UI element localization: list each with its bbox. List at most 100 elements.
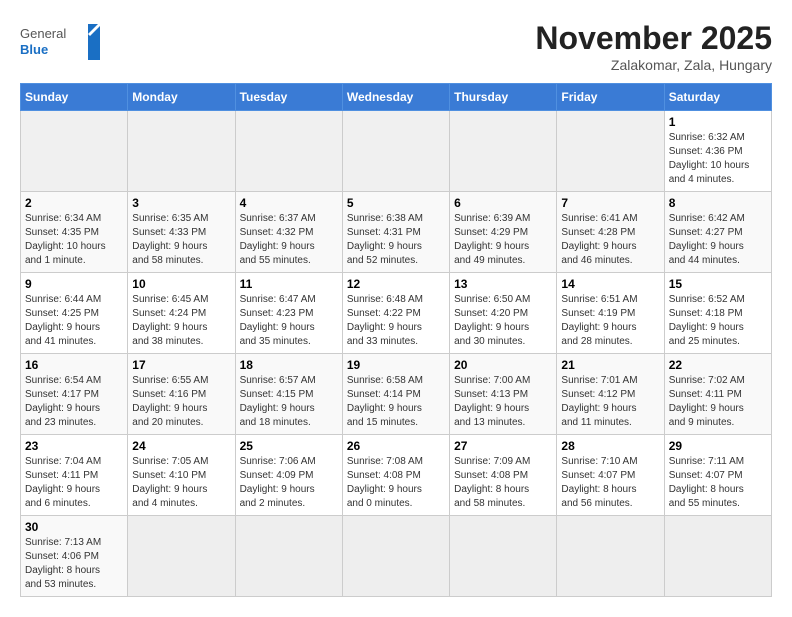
day-cell: 6Sunrise: 6:39 AM Sunset: 4:29 PM Daylig… — [450, 192, 557, 273]
day-cell: 22Sunrise: 7:02 AM Sunset: 4:11 PM Dayli… — [664, 354, 771, 435]
day-header-tuesday: Tuesday — [235, 84, 342, 111]
day-cell — [235, 111, 342, 192]
day-cell — [450, 516, 557, 597]
day-number: 23 — [25, 439, 123, 453]
day-info: Sunrise: 6:44 AM Sunset: 4:25 PM Dayligh… — [25, 293, 123, 349]
day-info: Sunrise: 7:13 AM Sunset: 4:06 PM Dayligh… — [25, 536, 123, 592]
day-number: 26 — [347, 439, 445, 453]
location: Zalakomar, Zala, Hungary — [535, 57, 772, 73]
day-cell: 14Sunrise: 6:51 AM Sunset: 4:19 PM Dayli… — [557, 273, 664, 354]
day-cell — [235, 516, 342, 597]
day-info: Sunrise: 6:48 AM Sunset: 4:22 PM Dayligh… — [347, 293, 445, 349]
day-number: 8 — [669, 196, 767, 210]
week-row-1: 1 Sunrise: 6:32 AM Sunset: 4:36 PM Daylig… — [21, 111, 772, 192]
week-row-2: 2Sunrise: 6:34 AM Sunset: 4:35 PM Daylig… — [21, 192, 772, 273]
svg-text:General: General — [20, 26, 66, 41]
day-cell — [21, 111, 128, 192]
day-info: Sunrise: 6:32 AM Sunset: 4:36 PM Dayligh… — [669, 131, 767, 187]
day-header-wednesday: Wednesday — [342, 84, 449, 111]
day-number: 10 — [132, 277, 230, 291]
day-number: 11 — [240, 277, 338, 291]
day-cell — [450, 111, 557, 192]
day-number: 1 — [669, 115, 767, 129]
day-cell: 21Sunrise: 7:01 AM Sunset: 4:12 PM Dayli… — [557, 354, 664, 435]
day-cell: 18Sunrise: 6:57 AM Sunset: 4:15 PM Dayli… — [235, 354, 342, 435]
week-row-3: 9Sunrise: 6:44 AM Sunset: 4:25 PM Daylig… — [21, 273, 772, 354]
day-number: 14 — [561, 277, 659, 291]
day-header-thursday: Thursday — [450, 84, 557, 111]
day-cell — [664, 516, 771, 597]
day-cell — [128, 516, 235, 597]
day-cell: 26 Sunrise: 7:08 AM Sunset: 4:08 PM Dayli… — [342, 435, 449, 516]
day-number: 24 — [132, 439, 230, 453]
month-title: November 2025 — [535, 20, 772, 57]
day-header-saturday: Saturday — [664, 84, 771, 111]
day-cell: 2Sunrise: 6:34 AM Sunset: 4:35 PM Daylig… — [21, 192, 128, 273]
day-cell: 7Sunrise: 6:41 AM Sunset: 4:28 PM Daylig… — [557, 192, 664, 273]
day-cell: 28 Sunrise: 7:10 AM Sunset: 4:07 PM Dayli… — [557, 435, 664, 516]
day-cell — [342, 516, 449, 597]
day-cell: 5 Sunrise: 6:38 AM Sunset: 4:31 PM Daylig… — [342, 192, 449, 273]
day-info: Sunrise: 6:35 AM Sunset: 4:33 PM Dayligh… — [132, 212, 230, 268]
page-header: General Blue November 2025 Zalakomar, Za… — [20, 20, 772, 73]
week-row-4: 16Sunrise: 6:54 AM Sunset: 4:17 PM Dayli… — [21, 354, 772, 435]
day-cell — [557, 111, 664, 192]
day-number: 25 — [240, 439, 338, 453]
day-info: Sunrise: 7:08 AM Sunset: 4:08 PM Dayligh… — [347, 455, 445, 511]
day-info: Sunrise: 6:38 AM Sunset: 4:31 PM Dayligh… — [347, 212, 445, 268]
day-cell: 24 Sunrise: 7:05 AM Sunset: 4:10 PM Dayli… — [128, 435, 235, 516]
day-info: Sunrise: 6:42 AM Sunset: 4:27 PM Dayligh… — [669, 212, 767, 268]
day-cell: 4Sunrise: 6:37 AM Sunset: 4:32 PM Daylig… — [235, 192, 342, 273]
day-number: 20 — [454, 358, 552, 372]
day-cell: 16Sunrise: 6:54 AM Sunset: 4:17 PM Dayli… — [21, 354, 128, 435]
day-number: 19 — [347, 358, 445, 372]
day-cell: 8 Sunrise: 6:42 AM Sunset: 4:27 PM Daylig… — [664, 192, 771, 273]
day-number: 29 — [669, 439, 767, 453]
day-cell — [342, 111, 449, 192]
day-header-monday: Monday — [128, 84, 235, 111]
day-number: 6 — [454, 196, 552, 210]
day-info: Sunrise: 7:05 AM Sunset: 4:10 PM Dayligh… — [132, 455, 230, 511]
day-number: 28 — [561, 439, 659, 453]
day-cell: 15 Sunrise: 6:52 AM Sunset: 4:18 PM Dayli… — [664, 273, 771, 354]
day-info: Sunrise: 7:09 AM Sunset: 4:08 PM Dayligh… — [454, 455, 552, 511]
calendar-table: SundayMondayTuesdayWednesdayThursdayFrid… — [20, 83, 772, 597]
day-header-sunday: Sunday — [21, 84, 128, 111]
day-number: 16 — [25, 358, 123, 372]
day-number: 18 — [240, 358, 338, 372]
day-info: Sunrise: 7:04 AM Sunset: 4:11 PM Dayligh… — [25, 455, 123, 511]
day-number: 30 — [25, 520, 123, 534]
day-cell: 3Sunrise: 6:35 AM Sunset: 4:33 PM Daylig… — [128, 192, 235, 273]
day-number: 12 — [347, 277, 445, 291]
day-number: 5 — [347, 196, 445, 210]
day-info: Sunrise: 6:45 AM Sunset: 4:24 PM Dayligh… — [132, 293, 230, 349]
day-info: Sunrise: 7:01 AM Sunset: 4:12 PM Dayligh… — [561, 374, 659, 430]
day-cell: 19Sunrise: 6:58 AM Sunset: 4:14 PM Dayli… — [342, 354, 449, 435]
day-cell: 1 Sunrise: 6:32 AM Sunset: 4:36 PM Daylig… — [664, 111, 771, 192]
day-number: 15 — [669, 277, 767, 291]
day-info: Sunrise: 7:06 AM Sunset: 4:09 PM Dayligh… — [240, 455, 338, 511]
day-info: Sunrise: 6:37 AM Sunset: 4:32 PM Dayligh… — [240, 212, 338, 268]
day-info: Sunrise: 7:10 AM Sunset: 4:07 PM Dayligh… — [561, 455, 659, 511]
day-cell: 29 Sunrise: 7:11 AM Sunset: 4:07 PM Dayli… — [664, 435, 771, 516]
svg-text:Blue: Blue — [20, 42, 48, 57]
day-number: 7 — [561, 196, 659, 210]
day-info: Sunrise: 7:02 AM Sunset: 4:11 PM Dayligh… — [669, 374, 767, 430]
header-row: SundayMondayTuesdayWednesdayThursdayFrid… — [21, 84, 772, 111]
day-info: Sunrise: 7:11 AM Sunset: 4:07 PM Dayligh… — [669, 455, 767, 511]
day-cell: 23 Sunrise: 7:04 AM Sunset: 4:11 PM Dayli… — [21, 435, 128, 516]
day-info: Sunrise: 7:00 AM Sunset: 4:13 PM Dayligh… — [454, 374, 552, 430]
day-cell: 11 Sunrise: 6:47 AM Sunset: 4:23 PM Dayli… — [235, 273, 342, 354]
day-number: 27 — [454, 439, 552, 453]
day-info: Sunrise: 6:55 AM Sunset: 4:16 PM Dayligh… — [132, 374, 230, 430]
day-info: Sunrise: 6:52 AM Sunset: 4:18 PM Dayligh… — [669, 293, 767, 349]
day-cell: 10 Sunrise: 6:45 AM Sunset: 4:24 PM Dayli… — [128, 273, 235, 354]
day-cell: 12 Sunrise: 6:48 AM Sunset: 4:22 PM Dayli… — [342, 273, 449, 354]
logo-svg: General Blue — [20, 20, 100, 65]
day-header-friday: Friday — [557, 84, 664, 111]
day-info: Sunrise: 6:47 AM Sunset: 4:23 PM Dayligh… — [240, 293, 338, 349]
day-info: Sunrise: 6:34 AM Sunset: 4:35 PM Dayligh… — [25, 212, 123, 268]
day-cell: 30 Sunrise: 7:13 AM Sunset: 4:06 PM Dayli… — [21, 516, 128, 597]
day-cell: 13Sunrise: 6:50 AM Sunset: 4:20 PM Dayli… — [450, 273, 557, 354]
day-cell: 9Sunrise: 6:44 AM Sunset: 4:25 PM Daylig… — [21, 273, 128, 354]
